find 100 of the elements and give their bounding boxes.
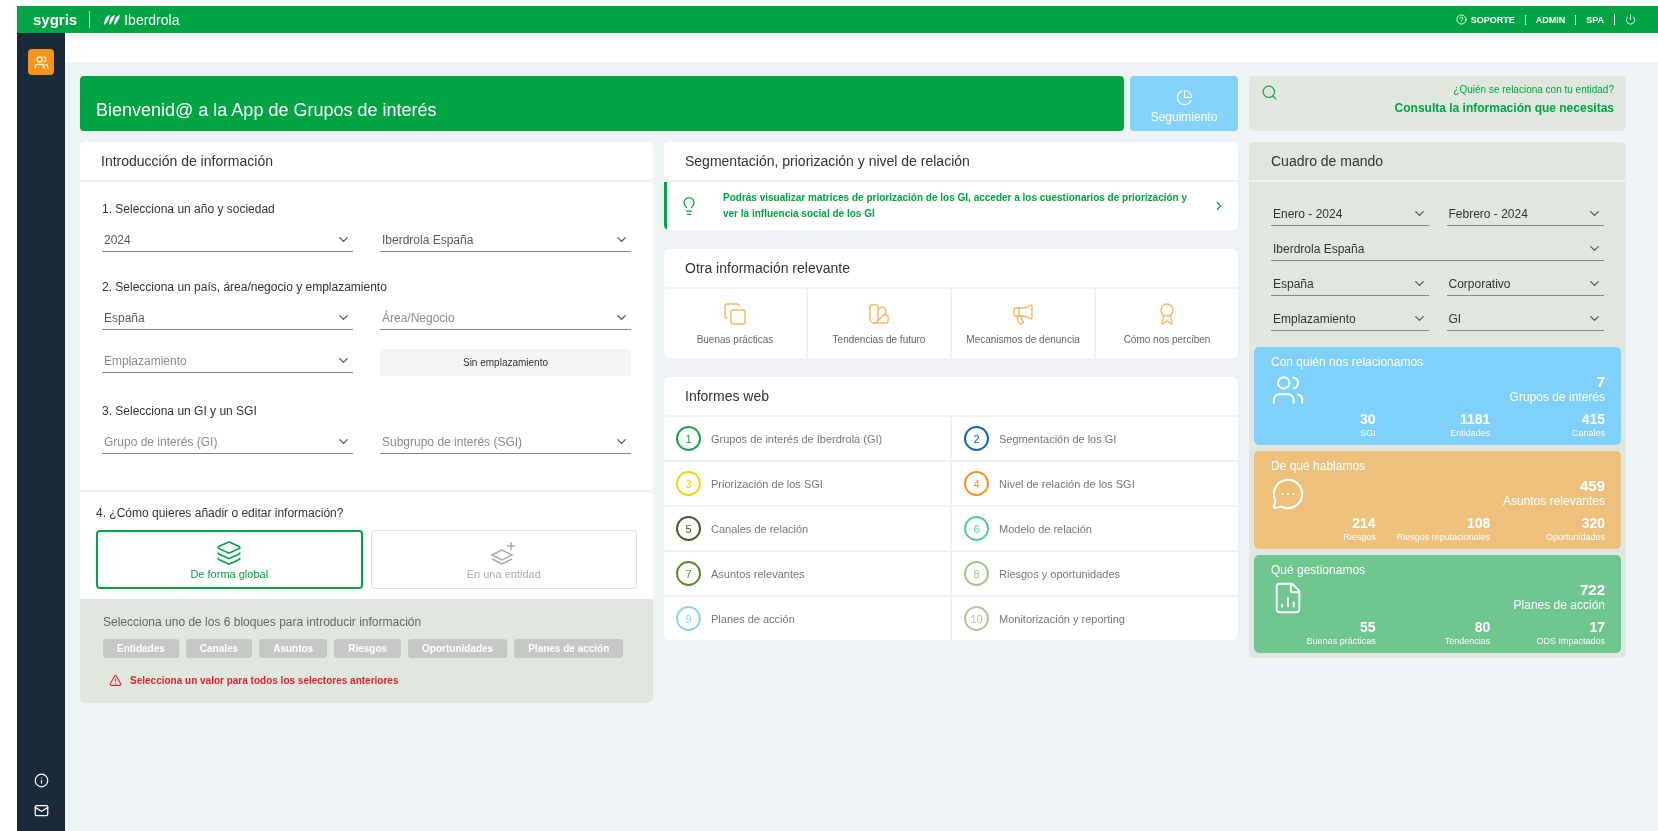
report-label: Segmentación de los GI	[999, 432, 1117, 445]
filter-select[interactable]: Emplazamiento	[1271, 307, 1429, 331]
megaphone-icon	[1011, 302, 1035, 326]
stat-title: Qué gestionamos	[1271, 563, 1367, 577]
stat-label: Oportunidades	[1545, 531, 1605, 543]
report-label: Riesgos y oportunidades	[999, 567, 1121, 580]
report-link[interactable]: 9 Planes de acción	[664, 597, 950, 640]
number-badge: 8	[964, 561, 989, 586]
select-field[interactable]: Emplazamiento	[102, 349, 353, 373]
step-label: 1. Selecciona un año y sociedad	[102, 202, 276, 216]
step-label: 4. ¿Cómo quieres añadir o editar información?	[96, 506, 345, 520]
filter-select[interactable]: España	[1271, 272, 1429, 296]
filter-select[interactable]: Febrero - 2024	[1446, 202, 1604, 226]
report-link[interactable]: 1 Grupos de interés de Iberdrola (GI)	[664, 417, 950, 460]
filter-select[interactable]: Iberdrola España	[1271, 237, 1604, 261]
number-badge: 1	[676, 426, 701, 451]
number-badge: 2	[964, 426, 989, 451]
report-label: Asuntos relevantes	[711, 567, 805, 580]
layers-icon	[216, 539, 243, 566]
stat-title: Con quién nos relacionamos	[1271, 355, 1425, 369]
report-label: Modelo de relación	[999, 522, 1092, 535]
search-icon[interactable]	[1261, 84, 1278, 101]
report-link[interactable]: 8 Riesgos y oportunidades	[952, 552, 1238, 595]
stat-label: Entidades	[1450, 427, 1491, 439]
question-text: ¿Quién se relaciona con tu entidad?	[1453, 84, 1614, 95]
report-link[interactable]: 5 Canales de relación	[664, 507, 950, 550]
stat-label: Riesgos reputacionales	[1396, 531, 1491, 543]
leaves-logo-icon	[102, 13, 123, 26]
info-tile[interactable]: Cómo nos perciben	[1096, 289, 1238, 358]
stat-value: 320	[1581, 515, 1605, 531]
report-link[interactable]: 10 Monitorización y reporting	[952, 597, 1238, 640]
info-tile[interactable]: Tendencias de futuro	[808, 289, 950, 358]
report-link[interactable]: 4 Nivel de relación de los SGI	[952, 462, 1238, 505]
stat-value: 722	[1579, 581, 1605, 598]
stat-value: 459	[1579, 477, 1605, 494]
report-link[interactable]: 7 Asuntos relevantes	[664, 552, 950, 595]
stat-value: 7	[1596, 373, 1605, 390]
layers-plus-icon	[489, 539, 518, 566]
swatches-icon	[867, 302, 891, 326]
select-field[interactable]: 2024	[102, 228, 353, 252]
report-label: Grupos de interés de Iberdrola (GI)	[711, 432, 883, 445]
stat-value: 1181	[1459, 411, 1491, 427]
report-link[interactable]: 3 Priorización de los SGI	[664, 462, 950, 505]
number-badge: 10	[964, 606, 989, 631]
number-badge: 6	[964, 516, 989, 541]
number-badge: 4	[964, 471, 989, 496]
stat-value: 108	[1466, 515, 1491, 531]
report-link[interactable]: 6 Modelo de relación	[952, 507, 1238, 550]
report-label: Canales de relación	[711, 522, 809, 535]
number-badge: 3	[676, 471, 701, 496]
stat-label: Buenas prácticas	[1306, 635, 1376, 647]
header-link[interactable]: ADMIN	[1524, 14, 1576, 25]
stat-title: De qué hablamos	[1271, 459, 1367, 473]
number-badge: 9	[676, 606, 701, 631]
mode-option[interactable]: De forma global	[96, 530, 363, 589]
filter-select[interactable]: GI	[1446, 307, 1604, 331]
card-title: Cuadro de mando	[1249, 142, 1626, 182]
brand-logo: sygris	[33, 11, 91, 28]
mail-icon	[33, 802, 49, 818]
select-field[interactable]: Área/Negocio	[380, 306, 631, 330]
stat-label: ODS Impactados	[1536, 635, 1605, 647]
consult-link[interactable]: Consulta la información que necesitas	[1394, 101, 1614, 115]
stat-label: Asuntos relevantes	[1502, 494, 1605, 508]
report-label: Nivel de relación de los SGI	[999, 477, 1135, 490]
hint-text: Selecciona uno de los 6 bloques para introducir información	[103, 615, 423, 629]
stat-label: Tendencias	[1444, 635, 1491, 647]
card-title: Introducción de información	[80, 142, 653, 182]
welcome-banner: Bienvenid@ a la App de Grupos de interés	[80, 76, 1124, 131]
select-field[interactable]: Iberdrola España	[380, 228, 631, 252]
stat-value: 214	[1352, 515, 1376, 531]
stat-value: 80	[1474, 619, 1491, 635]
people-icon	[33, 54, 49, 70]
support-link[interactable]: SOPORTE	[1445, 14, 1525, 25]
no-location-button[interactable]: Sin emplazamiento	[380, 349, 631, 376]
select-field[interactable]: Subgrupo de interés (SGI)	[380, 430, 631, 454]
copies-icon	[723, 302, 747, 326]
help-icon	[1455, 14, 1467, 25]
stat-value: 30	[1360, 411, 1376, 427]
step-label: 2. Selecciona un país, área/negocio y emplazamiento	[102, 280, 388, 294]
stat-value: 55	[1360, 619, 1376, 635]
select-field[interactable]: Grupo de interés (GI)	[102, 430, 353, 454]
filter-select[interactable]: Enero - 2024	[1271, 202, 1429, 226]
number-badge: 5	[676, 516, 701, 541]
report-label: Planes de acción	[711, 612, 795, 625]
tip-text: Podrás visualizar matrices de priorización de los GI, acceder a los cuestionarios de priorización y ver la influencia social de los GI	[723, 191, 1188, 221]
power-icon[interactable]	[1625, 14, 1636, 25]
chat-icon	[1271, 477, 1305, 511]
stat-value: 17	[1589, 619, 1605, 635]
info-tile[interactable]: Mecanismos de denuncia	[952, 289, 1094, 358]
report-link[interactable]: 2 Segmentación de los GI	[952, 417, 1238, 460]
header-link[interactable]: SPA	[1575, 14, 1614, 25]
number-badge: 7	[676, 561, 701, 586]
info-tile[interactable]: Buenas prácticas	[664, 289, 806, 358]
stat-label: Planes de acción	[1513, 598, 1605, 612]
stat-label: Grupos de interés	[1509, 390, 1605, 404]
filter-select[interactable]: Corporativo	[1446, 272, 1604, 296]
info-icon	[33, 772, 49, 788]
partner-logo: Iberdrola	[124, 11, 180, 28]
stat-label: Riesgos	[1343, 531, 1376, 543]
select-field[interactable]: España	[102, 306, 353, 330]
